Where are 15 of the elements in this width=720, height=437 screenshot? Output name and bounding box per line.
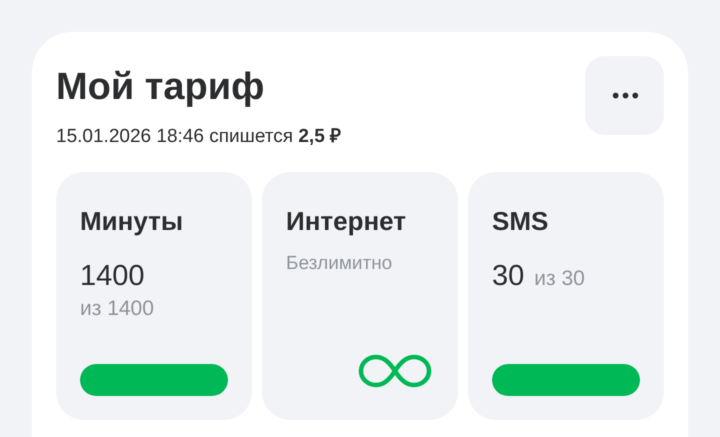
charge-info: 15.01.2026 18:46 спишется 2,5 ₽ xyxy=(56,125,342,148)
tile-title: Минуты xyxy=(80,205,184,237)
package-tile[interactable]: SMS 30 из 30 xyxy=(468,172,664,420)
infinity-icon xyxy=(358,354,432,388)
tile-title: Интернет xyxy=(286,205,406,237)
total-value: из 1400 xyxy=(80,297,154,321)
total-value: из 30 xyxy=(534,267,585,291)
more-button[interactable]: ••• xyxy=(585,56,664,135)
unlimited-label: Безлимитно xyxy=(286,253,392,275)
package-tile[interactable]: Минуты 1400 из 1400 xyxy=(56,172,252,420)
tariff-title: Мой тариф xyxy=(56,65,266,110)
remaining-value: 1400 xyxy=(80,259,145,293)
package-tile[interactable]: Интернет Безлимитно xyxy=(262,172,458,420)
tile-title: SMS xyxy=(492,205,548,237)
remaining-value: 30 xyxy=(492,259,524,293)
